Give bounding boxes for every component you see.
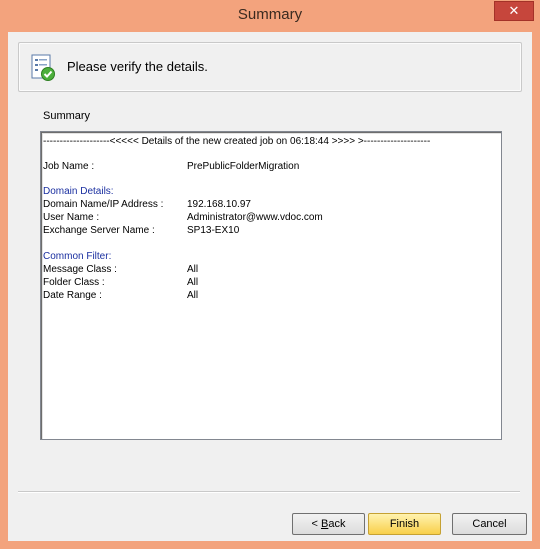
user-name-value: Administrator@www.vdoc.com xyxy=(187,212,323,223)
common-filter-heading: Common Filter: xyxy=(43,251,112,262)
back-prefix: < xyxy=(311,518,321,530)
date-range-value: All xyxy=(187,290,199,301)
folder-class-value: All xyxy=(187,277,199,288)
job-name-value: PrePublicFolderMigration xyxy=(187,161,300,172)
job-name-label: Job Name : xyxy=(43,161,95,172)
header-text: Please verify the details. xyxy=(67,59,208,74)
folder-class-label: Folder Class : xyxy=(43,277,105,288)
exchange-server-value: SP13-EX10 xyxy=(187,225,240,236)
back-label-rest: ack xyxy=(328,518,346,530)
checklist-checkmark-icon xyxy=(31,54,55,81)
user-name-label: User Name : xyxy=(43,212,100,223)
footer-separator xyxy=(18,491,520,493)
domain-details-heading: Domain Details: xyxy=(43,186,114,197)
message-class-value: All xyxy=(187,264,199,275)
cancel-button[interactable]: Cancel xyxy=(452,513,527,535)
close-button[interactable]: ✕ xyxy=(494,1,534,21)
summary-label: Summary xyxy=(43,110,91,122)
title-bar[interactable]: Summary ✕ xyxy=(0,0,540,32)
dialog-body: Please verify the details. Summary -----… xyxy=(8,32,532,541)
date-range-label: Date Range : xyxy=(43,290,102,301)
header-panel: Please verify the details. xyxy=(18,42,522,92)
finish-button[interactable]: Finish xyxy=(368,513,441,535)
exchange-server-label: Exchange Server Name : xyxy=(43,225,155,236)
wizard-window: Summary ✕ Please verify the details. Sum… xyxy=(0,0,540,549)
summary-textbox[interactable]: --------------------<<<<< Details of the… xyxy=(40,131,502,440)
window-title: Summary xyxy=(237,6,303,23)
message-class-label: Message Class : xyxy=(43,264,117,275)
summary-banner: --------------------<<<<< Details of the… xyxy=(43,136,431,147)
close-icon: ✕ xyxy=(508,3,520,18)
domain-value: 192.168.10.97 xyxy=(187,199,251,210)
back-button[interactable]: < Back xyxy=(292,513,365,535)
domain-label: Domain Name/IP Address : xyxy=(43,199,164,210)
